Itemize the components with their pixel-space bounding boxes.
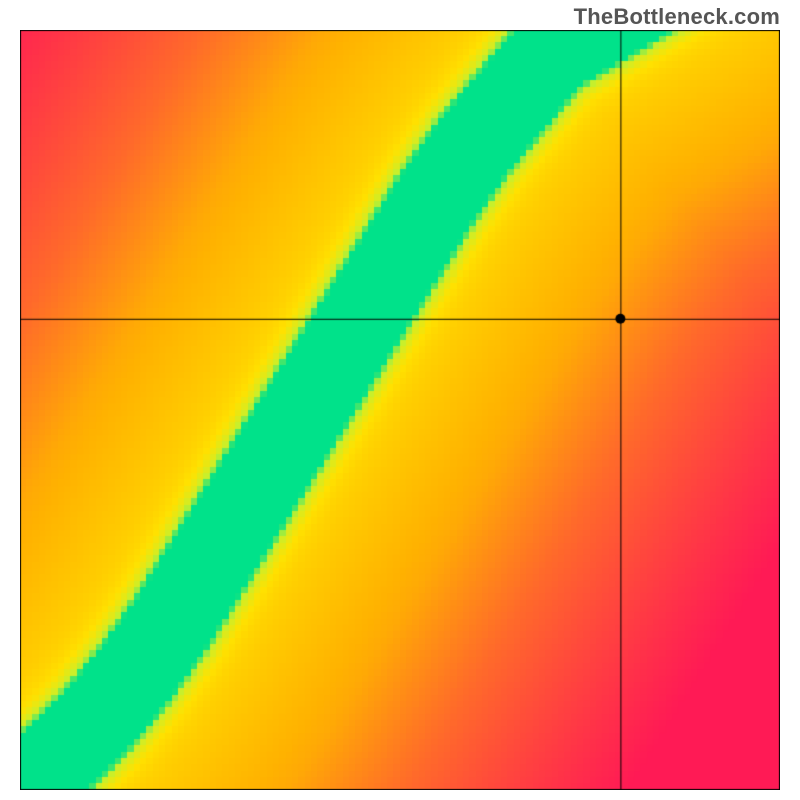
watermark-text: TheBottleneck.com [574, 4, 780, 30]
heatmap-canvas [20, 30, 780, 790]
